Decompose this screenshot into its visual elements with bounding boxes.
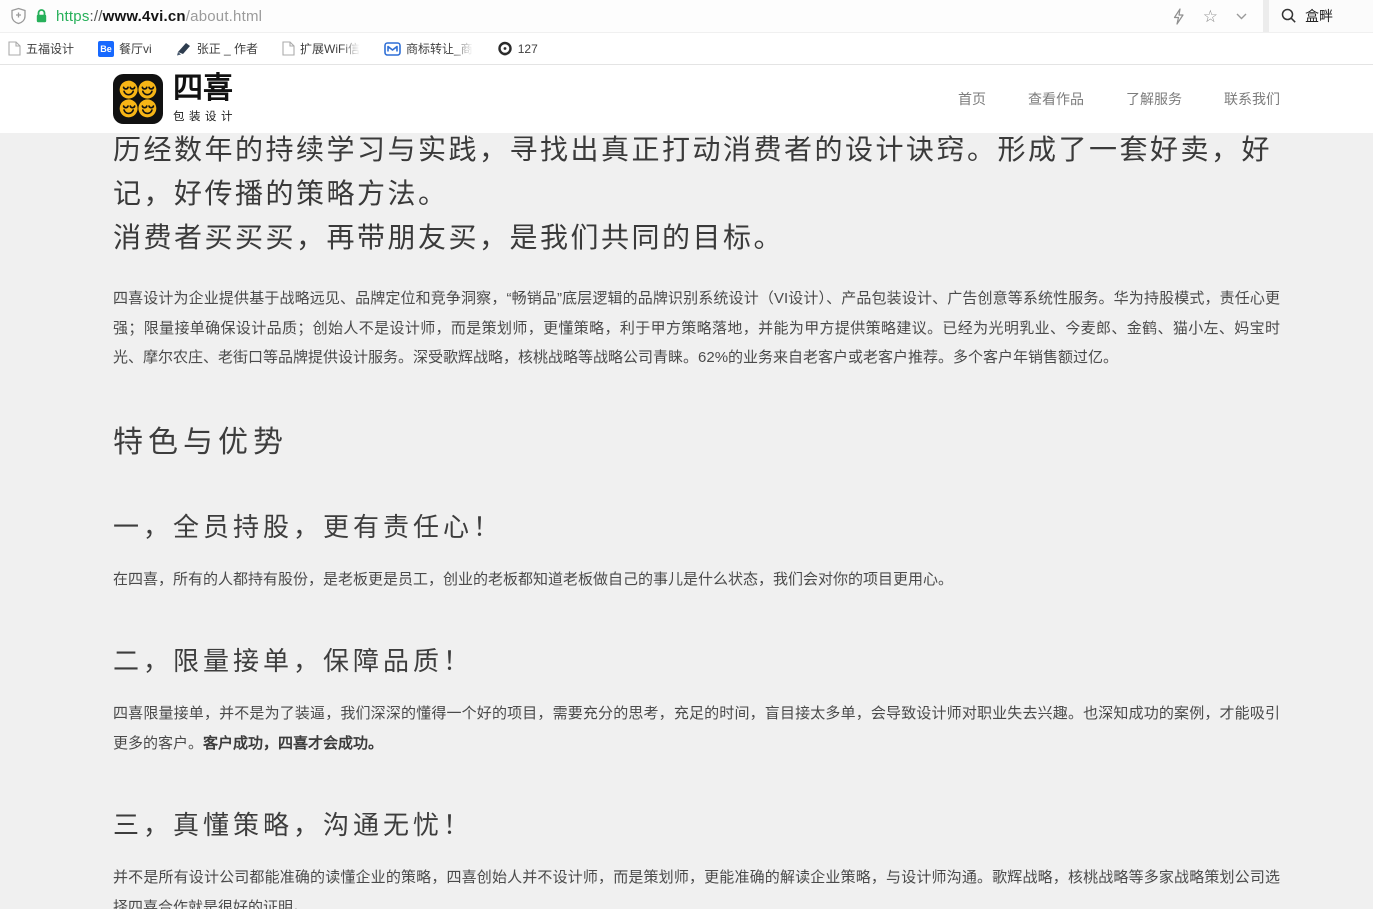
nav-item-home[interactable]: 首页	[958, 89, 986, 109]
shield-plus-icon[interactable]	[10, 7, 27, 25]
url-separator: ://	[90, 8, 103, 25]
site-logo[interactable]: 四喜 包装设计	[113, 74, 237, 124]
about-page-content: 历经数年的持续学习与实践，寻找出真正打动消费者的设计诀窍。形成了一套好卖，好记，…	[0, 133, 1373, 909]
section-title-advantages: 特色与优势	[113, 417, 1280, 461]
page-icon	[282, 41, 295, 56]
url-text[interactable]: https://www.4vi.cn/about.html	[56, 8, 262, 25]
url-scheme: https	[56, 8, 90, 25]
page-icon	[8, 41, 21, 56]
sixi-smileys-logo-icon	[113, 74, 163, 124]
feature-2-bold-text: 客户成功，四喜才会成功。	[203, 735, 383, 752]
target-icon	[497, 41, 513, 57]
search-icon	[1281, 8, 1297, 24]
bookmark-trademark-transfer[interactable]: 商标转让_商	[384, 40, 473, 57]
logo-subtitle: 包装设计	[173, 108, 237, 124]
pen-icon	[176, 41, 192, 56]
logo-title: 四喜	[173, 74, 237, 104]
bookmark-label: 127	[518, 42, 538, 56]
address-field[interactable]: https://www.4vi.cn/about.html	[0, 7, 1156, 25]
feature-1-text: 在四喜，所有的人都持有股份，是老板更是员工，创业的老板都知道老板做自己的事儿是什…	[113, 571, 953, 588]
feature-1-title: 一，全员持股，更有责任心！	[113, 507, 1280, 544]
main-nav: 首页 查看作品 了解服务 联系我们	[958, 89, 1280, 109]
bookmark-label: 五福设计	[26, 40, 74, 57]
browser-address-bar: https://www.4vi.cn/about.html ☆ 盒畔	[0, 0, 1373, 33]
bookmark-zhangzheng-author[interactable]: 张正 _ 作者	[176, 40, 258, 57]
browser-action-icons: ☆	[1156, 8, 1263, 25]
logo-text: 四喜 包装设计	[173, 74, 237, 124]
feature-2-title: 二，限量接单，保障品质！	[113, 641, 1280, 678]
nav-item-services[interactable]: 了解服务	[1126, 89, 1182, 109]
bookmarks-bar: 五福设计 Be 餐厅vi 张正 _ 作者 扩展WiFi信	[0, 33, 1373, 65]
feature-3-title: 三，真懂策略，沟通无忧！	[113, 805, 1280, 842]
bookmark-127[interactable]: 127	[497, 41, 538, 57]
bookmark-canting-vi[interactable]: Be 餐厅vi	[98, 40, 152, 57]
hero-statement-1: 历经数年的持续学习与实践，寻找出真正打动消费者的设计诀窍。形成了一套好卖，好记，…	[113, 133, 1280, 216]
feature-1-body: 在四喜，所有的人都持有股份，是老板更是员工，创业的老板都知道老板做自己的事儿是什…	[113, 565, 1280, 595]
behance-icon: Be	[98, 41, 114, 57]
bookmark-star-icon[interactable]: ☆	[1203, 8, 1218, 25]
hero-statement-2: 消费者买买买，再带朋友买，是我们共同的目标。	[113, 216, 1280, 260]
bookmark-label: 张正 _ 作者	[197, 40, 258, 57]
url-host: www.4vi.cn	[103, 8, 186, 25]
feature-2-body: 四喜限量接单，并不是为了装逼，我们深深的懂得一个好的项目，需要充分的思考，充足的…	[113, 699, 1280, 759]
nav-item-contact[interactable]: 联系我们	[1224, 89, 1280, 109]
url-path: /about.html	[186, 8, 262, 25]
bookmark-label: 商标转让_商	[406, 40, 473, 57]
mail-icon	[384, 42, 401, 56]
search-query-text: 盒畔	[1305, 6, 1333, 26]
ssl-lock-icon[interactable]	[34, 8, 49, 24]
feature-3-text: 并不是所有设计公司都能准确的读懂企业的策略，四喜创始人并不设计师，而是策划师，更…	[113, 869, 1280, 910]
nav-item-portfolio[interactable]: 查看作品	[1028, 89, 1084, 109]
feature-3-body: 并不是所有设计公司都能准确的读懂企业的策略，四喜创始人并不设计师，而是策划师，更…	[113, 863, 1280, 910]
chevron-down-icon[interactable]	[1236, 13, 1247, 20]
bookmark-wufu-design[interactable]: 五福设计	[8, 40, 74, 57]
bookmark-label: 扩展WiFi信	[300, 40, 360, 57]
browser-search-box[interactable]: 盒畔	[1269, 0, 1373, 32]
bookmark-label: 餐厅vi	[119, 40, 152, 57]
flash-icon[interactable]	[1172, 8, 1185, 25]
bookmark-wifi-extend[interactable]: 扩展WiFi信	[282, 40, 360, 57]
site-header: 四喜 包装设计 首页 查看作品 了解服务 联系我们	[0, 65, 1373, 133]
company-intro-paragraph: 四喜设计为企业提供基于战略远见、品牌定位和竞争洞察，“畅销品”底层逻辑的品牌识别…	[113, 284, 1280, 373]
